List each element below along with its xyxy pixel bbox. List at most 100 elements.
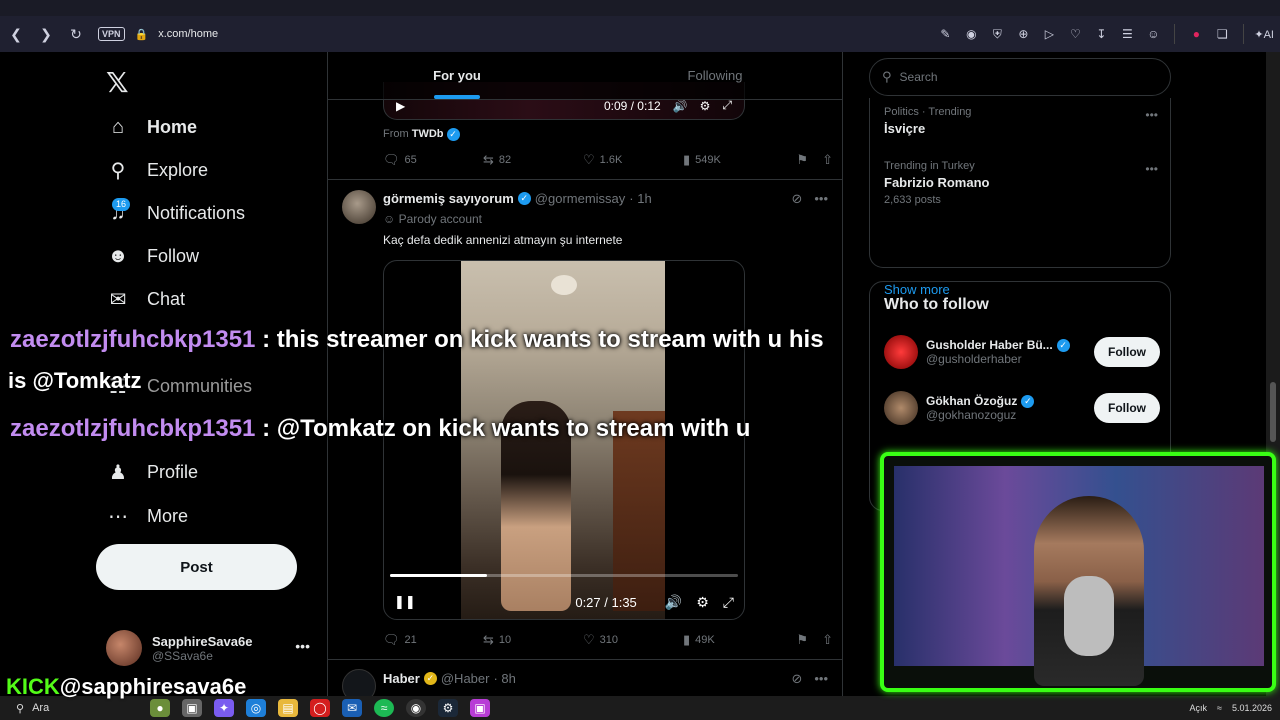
tab-following[interactable]: Following [586,52,842,99]
video-progress-bar[interactable] [390,574,738,577]
nav-profile[interactable]: ♟ Profile [106,457,198,487]
repost-button[interactable]: ⇆ 10 [483,632,583,648]
spotify-icon[interactable]: ≈ [374,699,394,717]
fullscreen-icon[interactable]: ⤢ [722,98,732,113]
play-icon[interactable]: ▶ [396,99,405,113]
views-button[interactable]: ▮ 549K [683,152,783,168]
reply-button[interactable]: 🗨 65 [383,152,483,168]
next-tweet-header: Haber ✓ @Haber · 8h [383,671,516,686]
heart-icon[interactable]: ♡ [1064,23,1086,45]
more-horizontal-icon[interactable]: ••• [295,638,310,654]
volume-icon[interactable]: 🔊 [673,99,688,113]
share-icon[interactable]: ⇧ [822,632,833,648]
steam-icon[interactable]: ⚙ [438,699,458,717]
ai-button[interactable]: ✦AI [1254,28,1274,41]
webcam-overlay [880,452,1276,692]
next-tweet-avatar[interactable] [342,669,376,696]
next-tweet-author-name[interactable]: Haber [383,671,420,686]
grok-icon[interactable]: ⊘ [791,191,802,207]
play-icon[interactable]: ▷ [1038,23,1060,45]
like-button[interactable]: ♡ 310 [583,632,683,648]
from-source[interactable]: TWDb [412,128,444,140]
trend-item[interactable]: Trending in Turkey Fabrizio Romano 2,633… [884,160,1158,206]
chart-icon: ▮ [683,152,691,167]
tweet-avatar[interactable] [342,190,376,224]
address-bar[interactable]: x.com/home [158,28,218,40]
obs-icon[interactable]: ◉ [406,699,426,717]
repost-button[interactable]: ⇆ 82 [483,152,583,168]
taskbar-search[interactable]: ⚲ Ara [16,702,136,715]
nav-chat[interactable]: ✉ Chat [106,284,185,314]
translate-icon[interactable]: ⊕ [1012,23,1034,45]
nav-follow[interactable]: ☻ Follow [106,241,199,271]
date-label[interactable]: 5.01.2026 [1232,703,1272,713]
shield-icon[interactable]: ⛨ [986,23,1008,45]
settings-icon[interactable]: ⚙ [700,99,711,113]
copilot-icon[interactable]: ✦ [214,699,234,717]
grok-icon[interactable]: ⊘ [791,671,802,687]
menu-icon[interactable]: ☰ [1116,23,1138,45]
search-input[interactable] [899,70,1140,84]
streaming-app-icon[interactable]: ▣ [470,699,490,717]
more-horizontal-icon[interactable]: ••• [814,191,828,207]
lock-icon[interactable]: 🔒 [135,28,149,41]
follow-suggestion[interactable]: Gusholder Haber Bü... ✓ @gusholderhaber F… [884,332,1160,372]
camera-icon[interactable]: ◉ [960,23,982,45]
profile-icon[interactable]: ☺ [1142,23,1164,45]
nav-home[interactable]: ⌂ Home [106,112,197,142]
follow-suggestion[interactable]: Gökhan Özoğuz ✓ @gokhanozoguz Follow [884,388,1160,428]
download-icon[interactable]: ↧ [1090,23,1112,45]
wifi-icon[interactable]: ≈ [1217,703,1222,713]
bookmark-icon[interactable]: ⚑ [796,632,808,648]
nav-explore[interactable]: ⚲ Explore [106,155,208,185]
views-button[interactable]: ▮ 49K [683,632,783,648]
search-box[interactable]: ⚲ [869,58,1171,96]
follow-button[interactable]: Follow [1094,337,1160,367]
reply-button[interactable]: 🗨 21 [383,632,483,648]
more-horizontal-icon[interactable]: ••• [814,671,828,687]
folder-icon[interactable]: ▤ [278,699,298,717]
system-tray: Açık ≈ 5.01.2026 [1189,696,1272,720]
edit-icon[interactable]: ✎ [934,23,956,45]
trend-item[interactable]: Politics · Trending İsviçre ••• [884,106,1158,136]
file-icon[interactable]: ▣ [182,699,202,717]
back-arrow-icon[interactable]: ❮ [2,20,30,48]
pause-icon[interactable]: ❚❚ [394,594,416,610]
edge-icon[interactable]: ◎ [246,699,266,717]
next-tweet-author-handle[interactable]: @Haber [441,671,490,686]
tray-status-label[interactable]: Açık [1189,703,1207,713]
volume-icon[interactable]: 🔊 [665,594,682,611]
settings-icon[interactable]: ⚙ [696,594,709,611]
x-logo-icon[interactable]: 𝕏 [106,66,129,99]
more-horizontal-icon[interactable]: ••• [1145,108,1158,122]
share-icon[interactable]: ⇧ [822,152,833,168]
fullscreen-icon[interactable]: ⤢ [723,594,734,611]
trend-title: Fabrizio Romano [884,175,990,190]
forward-arrow-icon[interactable]: ❯ [32,20,60,48]
more-horizontal-icon[interactable]: ••• [1145,162,1158,176]
repost-icon: ⇆ [483,632,494,647]
widgets-icon[interactable]: ● [150,699,170,717]
outlook-icon[interactable]: ✉ [342,699,362,717]
vpn-badge[interactable]: VPN [98,27,125,41]
nav-notifications[interactable]: ♫ 16 Notifications [106,198,245,228]
post-button[interactable]: Post [96,544,297,590]
tweet-time[interactable]: · 1h [629,191,651,206]
nav-home-label: Home [147,116,198,137]
opera-icon[interactable]: ◯ [310,699,330,717]
nav-more[interactable]: ⋯ More [106,501,188,531]
extension-icon[interactable]: ● [1185,23,1207,45]
reload-icon[interactable]: ↻ [62,20,90,48]
follow-button[interactable]: Follow [1094,393,1160,423]
scrollbar-thumb[interactable] [1270,382,1276,442]
like-button[interactable]: ♡ 1.6K [583,152,683,168]
account-switcher[interactable]: SapphireSava6e @SSava6e ••• [106,628,316,668]
bookmark-icon[interactable]: ⚑ [796,152,808,168]
cube-icon[interactable]: ❏ [1211,23,1233,45]
tweet-author-handle[interactable]: @gormemissay [535,191,626,206]
tweet-author-name[interactable]: görmemiş sayıyorum [383,191,514,206]
next-tweet-time[interactable]: · 8h [493,671,515,686]
tab-for-you[interactable]: For you [328,52,586,99]
timeline-tabs: For you Following [328,52,842,100]
taskbar-search-label: Ara [32,702,50,714]
